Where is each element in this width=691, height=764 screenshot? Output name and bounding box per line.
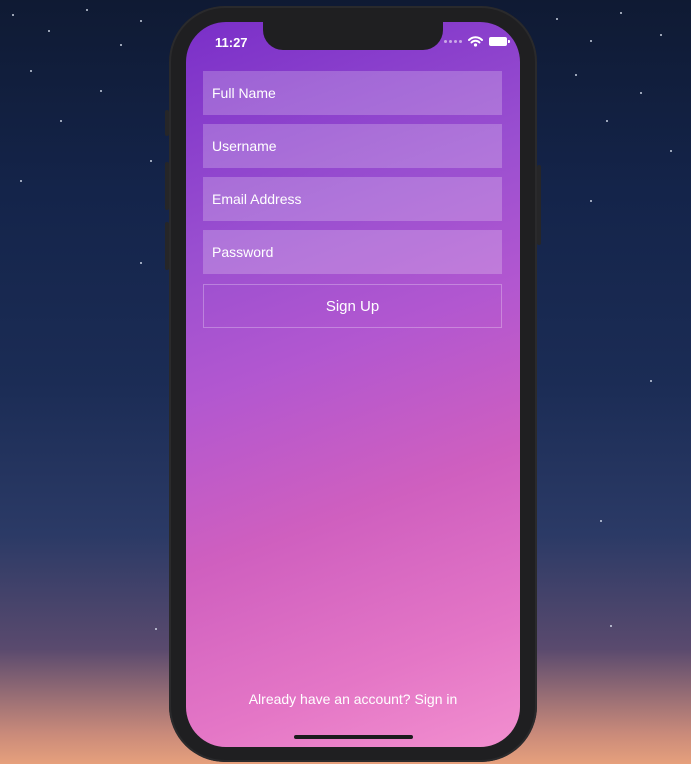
- sign-up-button[interactable]: Sign Up: [203, 284, 502, 328]
- cellular-signal-icon: [444, 40, 462, 43]
- phone-notch: [263, 22, 443, 50]
- status-time: 11:27: [215, 35, 248, 50]
- battery-icon: [489, 37, 510, 46]
- password-field[interactable]: [203, 230, 502, 274]
- volume-up-button: [165, 162, 169, 210]
- email-field[interactable]: [203, 177, 502, 221]
- volume-down-button: [165, 222, 169, 270]
- power-button: [537, 165, 541, 245]
- home-indicator: [294, 735, 413, 739]
- username-field[interactable]: [203, 124, 502, 168]
- wifi-icon: [468, 36, 483, 47]
- mute-switch: [165, 110, 169, 136]
- status-indicators: [444, 36, 510, 47]
- full-name-field[interactable]: [203, 71, 502, 115]
- sign-in-link[interactable]: Already have an account? Sign in: [186, 691, 520, 707]
